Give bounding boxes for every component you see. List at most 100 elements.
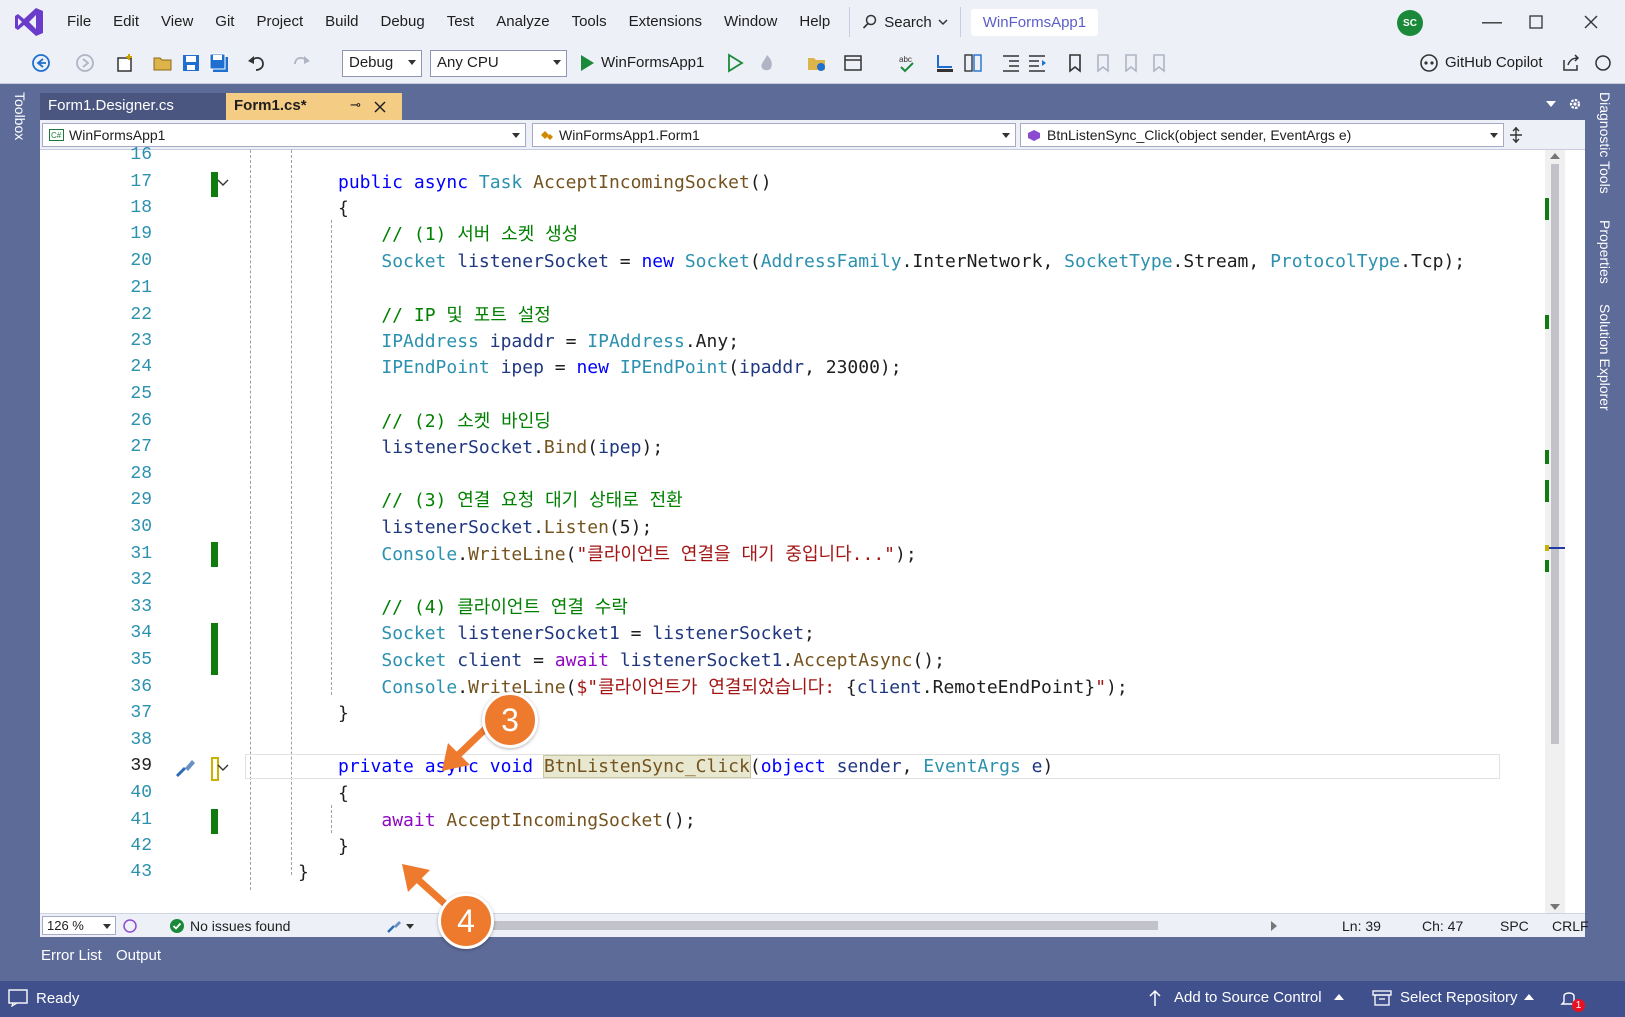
tab-error-list[interactable]: Error List <box>41 947 102 964</box>
indent-mode[interactable]: SPC <box>1500 918 1529 934</box>
start-target-label[interactable]: WinFormsApp1 <box>601 54 704 71</box>
code-line[interactable]: } <box>298 859 309 887</box>
menu-window[interactable]: Window <box>713 0 788 44</box>
pin-icon[interactable]: ⊸ <box>350 97 361 113</box>
indent-icon[interactable] <box>1026 52 1048 74</box>
chevron-up-icon[interactable] <box>1524 994 1534 1000</box>
menu-git[interactable]: Git <box>204 0 245 44</box>
spell-check-icon[interactable]: abc <box>896 52 918 74</box>
collapse-icon[interactable] <box>217 763 229 773</box>
cursor-column[interactable]: Ch: 47 <box>1422 918 1463 934</box>
hot-reload-icon[interactable] <box>756 52 778 74</box>
solution-configuration-select[interactable]: Debug <box>342 50 422 77</box>
open-folder-icon[interactable] <box>152 52 174 74</box>
code-line[interactable]: // (1) 서버 소켓 생성 <box>338 221 578 249</box>
properties-tab[interactable]: Properties <box>1597 220 1613 284</box>
code-line[interactable]: // (2) 소켓 바인딩 <box>338 408 551 436</box>
navigate-forward-icon[interactable] <box>74 52 96 74</box>
type-dropdown[interactable]: WinFormsApp1.Form1 <box>532 123 1016 147</box>
visual-studio-logo-icon[interactable] <box>12 5 46 39</box>
redo-icon[interactable] <box>290 52 312 74</box>
feedback-icon[interactable] <box>1592 52 1614 74</box>
code-line[interactable]: Socket listenerSocket = new Socket(Addre… <box>338 248 1465 276</box>
code-line[interactable]: await AcceptIncomingSocket(); <box>338 807 695 835</box>
code-line[interactable]: // (4) 클라이언트 연결 수락 <box>338 594 628 622</box>
new-project-icon[interactable] <box>114 52 136 74</box>
collapse-icon[interactable] <box>217 178 229 188</box>
search-box[interactable]: Search <box>849 7 961 37</box>
member-dropdown[interactable]: BtnListenSync_Click(object sender, Event… <box>1020 123 1504 147</box>
code-editor[interactable]: 16 17 18 19 20 21 22 23 24 25 26 27 28 2… <box>40 145 1585 913</box>
code-line[interactable]: Socket client = await listenerSocket1.Ac… <box>338 647 945 675</box>
toolbox-tab[interactable]: Toolbox <box>12 92 28 140</box>
save-all-icon[interactable] <box>208 52 230 74</box>
cursor-line[interactable]: Ln: 39 <box>1342 918 1381 934</box>
step-into-icon[interactable] <box>934 52 956 74</box>
chevron-up-icon[interactable] <box>1334 994 1344 1000</box>
code-line[interactable]: listenerSocket.Listen(5); <box>338 514 652 542</box>
horizontal-scrollbar-thumb[interactable] <box>478 921 1158 930</box>
menu-test[interactable]: Test <box>436 0 486 44</box>
menu-build[interactable]: Build <box>314 0 369 44</box>
bookmark-icon[interactable] <box>1064 52 1086 74</box>
outdent-icon[interactable] <box>1000 52 1022 74</box>
tab-form1-designer[interactable]: Form1.Designer.cs <box>40 93 226 120</box>
previous-bookmark-icon[interactable] <box>1092 52 1114 74</box>
code-line[interactable]: Socket listenerSocket1 = listenerSocket; <box>338 620 815 648</box>
code-line[interactable]: { <box>338 195 349 223</box>
menu-edit[interactable]: Edit <box>102 0 150 44</box>
window-layout-icon[interactable] <box>842 52 864 74</box>
avatar[interactable]: SC <box>1397 10 1423 36</box>
close-tab-icon[interactable] <box>374 101 386 113</box>
code-line[interactable]: IPEndPoint ipep = new IPEndPoint(ipaddr,… <box>338 354 901 382</box>
undo-icon[interactable] <box>246 52 268 74</box>
menu-tools[interactable]: Tools <box>561 0 618 44</box>
quick-actions-brush-icon[interactable] <box>174 756 198 778</box>
start-debugging-icon[interactable] <box>576 52 598 74</box>
code-line[interactable]: } <box>338 833 349 861</box>
minimize-button[interactable]: — <box>1469 0 1515 44</box>
maximize-button[interactable] <box>1513 0 1559 44</box>
navigate-back-icon[interactable] <box>30 52 52 74</box>
code-line[interactable]: listenerSocket.Bind(ipep); <box>338 434 663 462</box>
next-bookmark-icon[interactable] <box>1120 52 1142 74</box>
zoom-select[interactable]: 126 % <box>42 916 116 935</box>
clear-bookmarks-icon[interactable] <box>1148 52 1170 74</box>
menu-extensions[interactable]: Extensions <box>618 0 713 44</box>
scroll-up-icon[interactable] <box>1550 152 1560 160</box>
code-line[interactable]: public async Task AcceptIncomingSocket() <box>338 169 772 197</box>
code-line[interactable]: IPAddress ipaddr = IPAddress.Any; <box>338 328 739 356</box>
issues-status[interactable]: No issues found <box>190 918 290 934</box>
solution-explorer-tab[interactable]: Solution Explorer <box>1597 304 1613 411</box>
menu-project[interactable]: Project <box>245 0 314 44</box>
menu-help[interactable]: Help <box>788 0 841 44</box>
code-line[interactable]: // IP 및 포트 설정 <box>338 302 551 330</box>
code-line[interactable]: Console.WriteLine($"클라이언트가 연결되었습니다: {cli… <box>338 674 1127 702</box>
browse-folder-icon[interactable] <box>806 52 828 74</box>
share-icon[interactable] <box>1560 52 1582 74</box>
line-ending[interactable]: CRLF <box>1552 918 1589 934</box>
tab-overflow-icon[interactable] <box>1546 100 1556 108</box>
tab-form1-cs[interactable]: Form1.cs* ⊸ <box>226 93 402 120</box>
notification-output-icon[interactable] <box>8 989 28 1007</box>
code-line[interactable]: // (3) 연결 요청 대기 상태로 전환 <box>338 487 682 515</box>
code-line[interactable]: } <box>338 700 349 728</box>
copilot-label[interactable]: GitHub Copilot <box>1445 54 1543 71</box>
intellicode-icon[interactable] <box>122 918 138 934</box>
scroll-down-icon[interactable] <box>1550 903 1560 911</box>
menu-analyze[interactable]: Analyze <box>485 0 560 44</box>
split-window-icon[interactable] <box>962 52 984 74</box>
code-line[interactable]: Console.WriteLine("클라이언트 연결을 대기 중입니다..."… <box>338 541 916 569</box>
solution-platform-select[interactable]: Any CPU <box>430 50 567 77</box>
scrollbar-thumb[interactable] <box>1551 164 1559 744</box>
save-icon[interactable] <box>180 52 202 74</box>
close-window-button[interactable] <box>1568 0 1614 44</box>
menu-view[interactable]: View <box>150 0 204 44</box>
start-without-debugging-icon[interactable] <box>724 52 746 74</box>
scroll-right-icon[interactable] <box>1270 921 1278 931</box>
code-line[interactable]: { <box>338 780 349 808</box>
select-repository-button[interactable]: Select Repository <box>1400 989 1518 1006</box>
diagnostic-tools-tab[interactable]: Diagnostic Tools <box>1597 92 1613 194</box>
add-to-source-control-button[interactable]: Add to Source Control <box>1174 989 1322 1006</box>
split-editor-icon[interactable] <box>1508 126 1524 144</box>
